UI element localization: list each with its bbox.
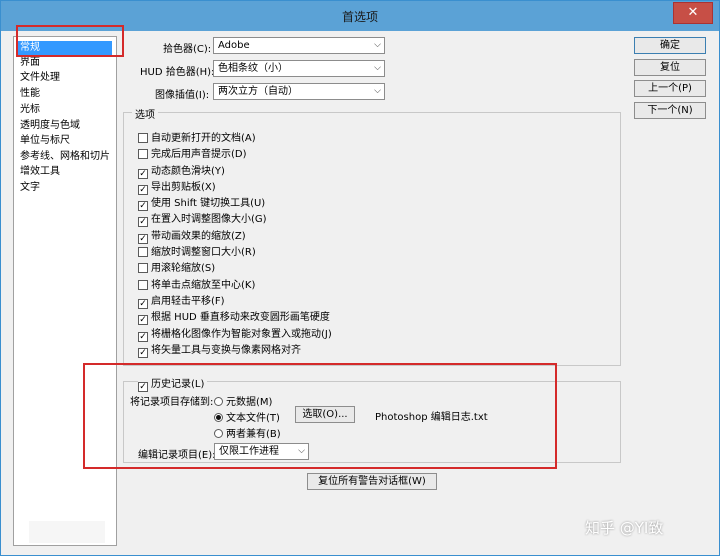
chevron-down-icon: ⌵ <box>298 446 305 456</box>
radio-metadata[interactable]: 元数据(M) <box>214 393 272 408</box>
history-log-checkbox-row[interactable]: ✓ 历史记录(L) <box>138 375 208 392</box>
option-flick-panning[interactable]: ✓ 启用轻击平移(F) <box>138 292 225 309</box>
prev-button[interactable]: 上一个(P) <box>634 80 706 97</box>
hud-picker-label: HUD 拾色器(H): <box>140 67 215 78</box>
sidebar-item-type[interactable]: 文字 <box>16 181 112 195</box>
checkbox[interactable] <box>138 133 148 143</box>
close-button[interactable]: ✕ <box>673 2 713 24</box>
option-dynamic-color-sliders[interactable]: ✓ 动态颜色滑块(Y) <box>138 162 225 179</box>
title-bar: 首选项 ✕ <box>1 1 719 31</box>
sidebar-item-cursors[interactable]: 光标 <box>16 103 112 117</box>
color-picker-select[interactable]: Adobe ⌵ <box>213 37 385 54</box>
chevron-down-icon: ⌵ <box>374 40 381 50</box>
option-snap-vector-tools[interactable]: ✓ 将矢量工具与变换与像素网格对齐 <box>138 341 301 358</box>
checkbox[interactable] <box>138 149 148 159</box>
option-zoom-resizes-windows[interactable]: 缩放时调整窗口大小(R) <box>138 243 256 258</box>
save-log-to-label: 将记录项目存储到: <box>130 397 214 408</box>
dialog-content: 常规 界面 文件处理 性能 光标 透明度与色域 单位与标尺 参考线、网格和切片 … <box>7 31 713 549</box>
option-auto-update-docs[interactable]: 自动更新打开的文档(A) <box>138 129 256 144</box>
edit-log-items-value: 仅限工作进程 <box>219 446 279 457</box>
option-zoom-clicked-point[interactable]: 将单击点缩放至中心(K) <box>138 276 255 291</box>
checkbox[interactable]: ✓ <box>138 382 148 392</box>
radio-both[interactable]: 两者兼有(B) <box>214 425 281 440</box>
radio-text-file[interactable]: 文本文件(T) <box>214 409 280 424</box>
sidebar-item-units[interactable]: 单位与标尺 <box>16 134 112 148</box>
checkbox[interactable] <box>138 280 148 290</box>
sidebar-item-transparency[interactable]: 透明度与色域 <box>16 119 112 133</box>
close-icon: ✕ <box>687 5 699 20</box>
choose-log-file-button[interactable]: 选取(O)... <box>295 406 355 423</box>
radio-button[interactable] <box>214 413 223 422</box>
options-group-title: 选项 <box>132 106 158 121</box>
interpolation-label: 图像插值(I): <box>155 90 210 101</box>
interpolation-select[interactable]: 两次立方（自动） ⌵ <box>213 83 385 100</box>
next-button[interactable]: 下一个(N) <box>634 102 706 119</box>
checkbox[interactable]: ✓ <box>138 315 148 325</box>
dialog-title: 首选项 <box>341 10 378 24</box>
sidebar-item-general[interactable]: 常规 <box>16 41 112 55</box>
option-hud-brush-hardness[interactable]: ✓ 根据 HUD 垂直移动来改变圆形画笔硬度 <box>138 308 330 325</box>
checkbox[interactable] <box>138 247 148 257</box>
log-file-name: Photoshop 编辑日志.txt <box>375 412 488 423</box>
sidebar-item-performance[interactable]: 性能 <box>16 87 112 101</box>
option-resize-on-place[interactable]: ✓ 在置入时调整图像大小(G) <box>138 210 267 227</box>
reset-button[interactable]: 复位 <box>634 59 706 76</box>
radio-button[interactable] <box>214 397 223 406</box>
option-beep-when-done[interactable]: 完成后用声音提示(D) <box>138 145 247 160</box>
chevron-down-icon: ⌵ <box>374 63 381 73</box>
hud-picker-value: 色相条纹（小） <box>218 63 288 74</box>
sidebar-footer-blank <box>29 521 105 543</box>
sidebar-item-guides[interactable]: 参考线、网格和切片 <box>16 150 112 164</box>
watermark: 知乎 @YI致 <box>585 519 664 537</box>
chevron-down-icon: ⌵ <box>374 86 381 96</box>
checkbox[interactable]: ✓ <box>138 348 148 358</box>
option-export-clipboard[interactable]: ✓ 导出剪贴板(X) <box>138 178 216 195</box>
option-place-smart-objects[interactable]: ✓ 将栅格化图像作为智能对象置入或拖动(J) <box>138 325 332 342</box>
color-picker-value: Adobe <box>218 40 250 51</box>
preferences-dialog: 首选项 ✕ 常规 界面 文件处理 性能 光标 透明度与色域 单位与标尺 参考线、… <box>0 0 720 556</box>
edit-log-items-select[interactable]: 仅限工作进程 ⌵ <box>214 443 309 460</box>
sidebar-item-file-handling[interactable]: 文件处理 <box>16 71 112 85</box>
option-shift-tool-switch[interactable]: ✓ 使用 Shift 键切换工具(U) <box>138 194 265 211</box>
radio-button[interactable] <box>214 429 223 438</box>
reset-warnings-button[interactable]: 复位所有警告对话框(W) <box>307 473 437 490</box>
category-list: 常规 界面 文件处理 性能 光标 透明度与色域 单位与标尺 参考线、网格和切片 … <box>13 36 117 546</box>
sidebar-item-plugins[interactable]: 增效工具 <box>16 165 112 179</box>
checkbox[interactable]: ✓ <box>138 217 148 227</box>
checkbox[interactable] <box>138 263 148 273</box>
ok-button[interactable]: 确定 <box>634 37 706 54</box>
hud-picker-select[interactable]: 色相条纹（小） ⌵ <box>213 60 385 77</box>
option-animated-zoom[interactable]: ✓ 带动画效果的缩放(Z) <box>138 227 246 244</box>
option-zoom-with-scroll[interactable]: 用滚轮缩放(S) <box>138 259 215 274</box>
color-picker-label: 拾色器(C): <box>163 44 212 55</box>
interpolation-value: 两次立方（自动） <box>218 86 298 97</box>
sidebar-item-interface[interactable]: 界面 <box>16 56 112 70</box>
edit-log-items-label: 编辑记录项目(E): <box>138 450 216 461</box>
